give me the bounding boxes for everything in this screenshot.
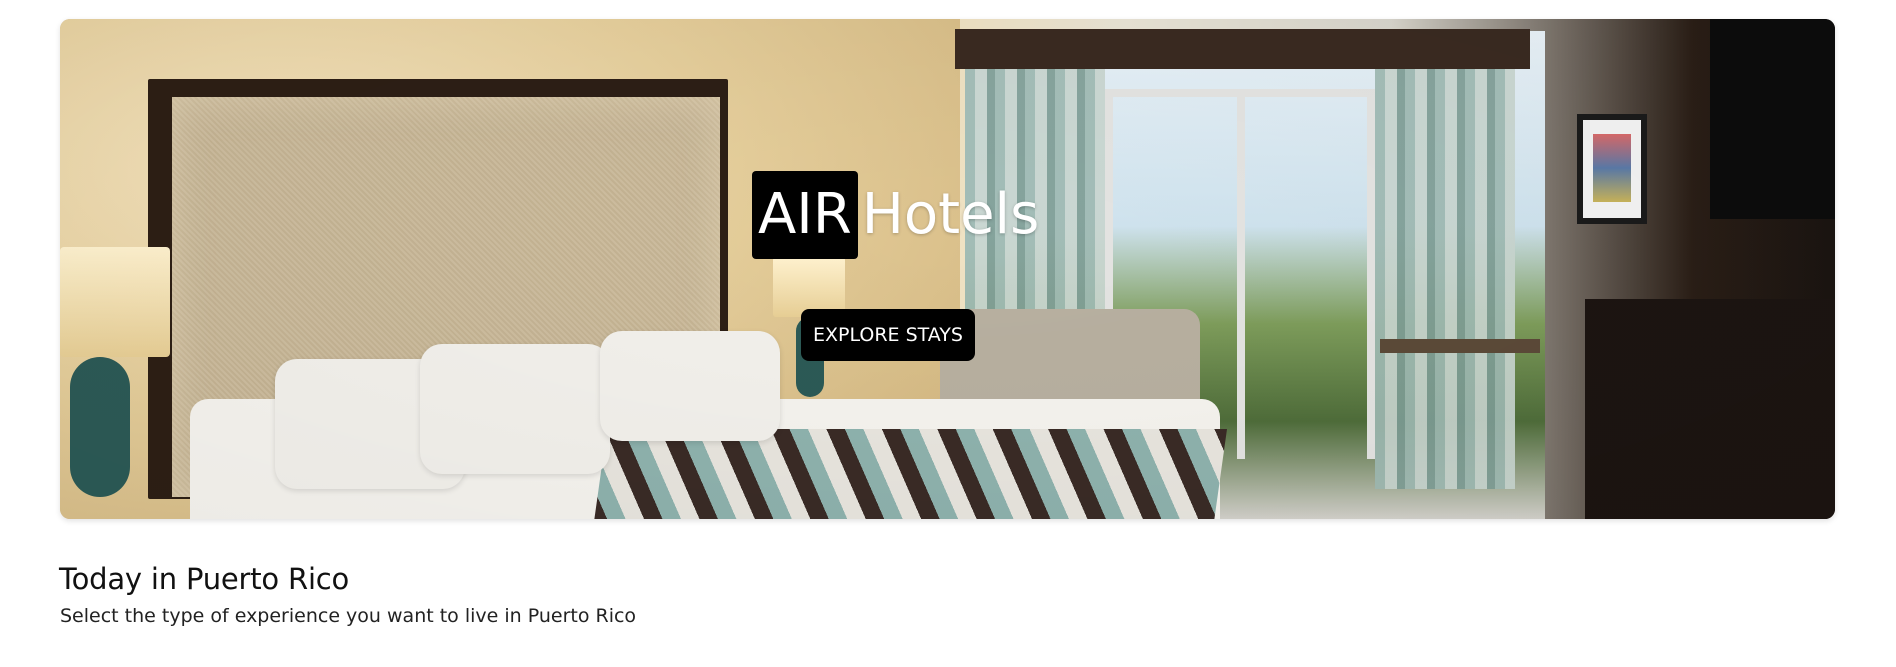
section-title: Today in Puerto Rico xyxy=(59,562,350,596)
brand-logo-text: Hotels xyxy=(861,182,1040,247)
explore-stays-button[interactable]: EXPLORE STAYS xyxy=(801,309,975,361)
brand-logo: AIR Hotels xyxy=(752,171,1039,259)
brand-logo-highlight: AIR xyxy=(752,171,858,259)
hero-image xyxy=(60,19,1835,519)
hero-overlay xyxy=(60,19,1835,519)
hero-banner xyxy=(60,19,1835,519)
section-subtitle: Select the type of experience you want t… xyxy=(60,605,637,627)
